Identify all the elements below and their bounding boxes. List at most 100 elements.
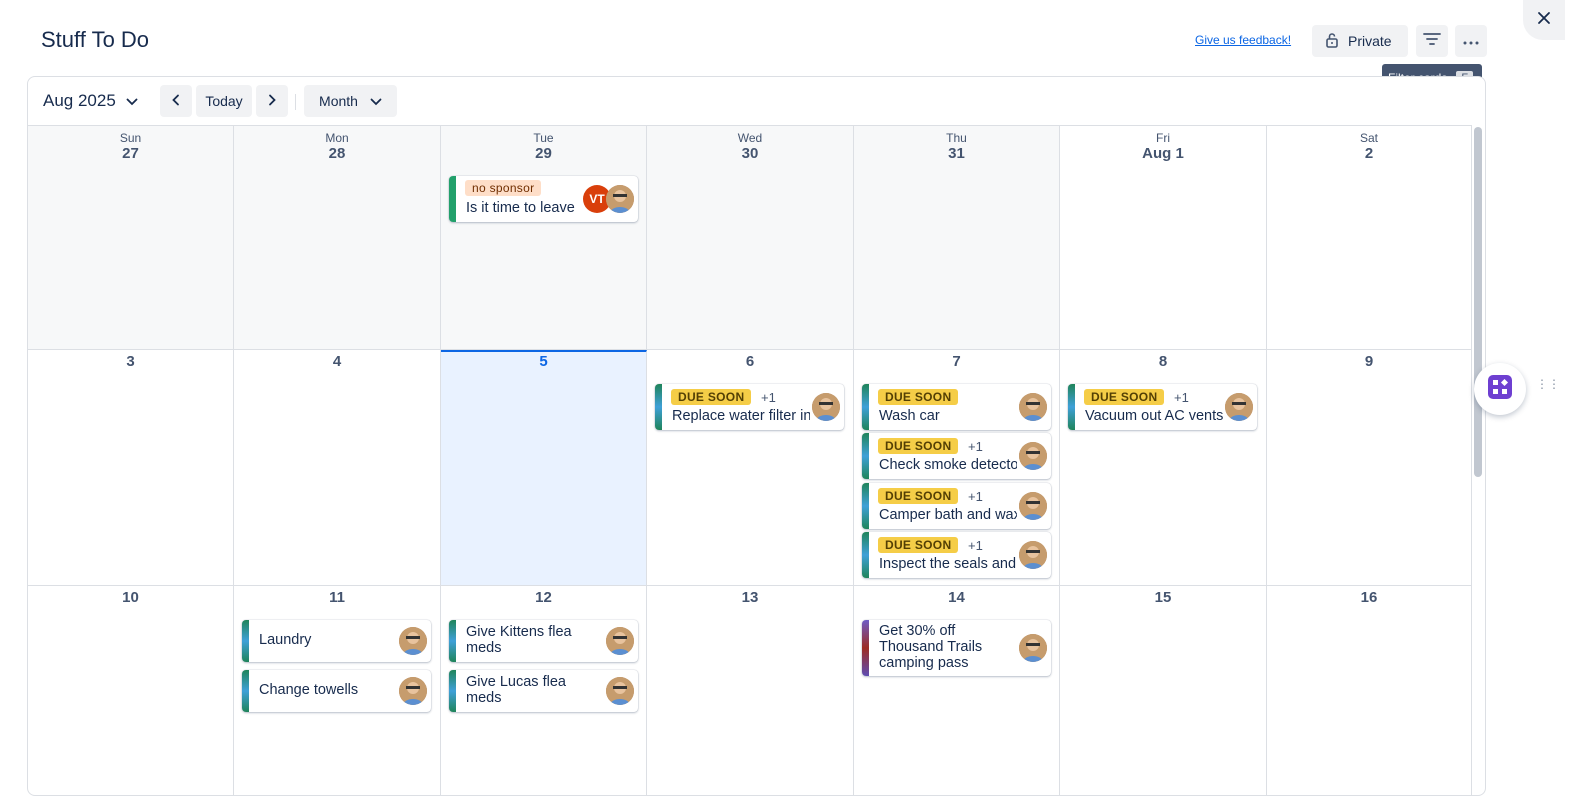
day-number: 31: [948, 145, 965, 162]
day-cell[interactable]: 14: [854, 586, 1060, 795]
day-cell-today[interactable]: 5: [441, 350, 647, 586]
card-cover: [242, 620, 249, 662]
weekday-label: Mon: [325, 131, 349, 145]
card-cover: [862, 483, 869, 529]
chevron-down-icon: [370, 93, 382, 109]
day-number: 27: [122, 145, 139, 162]
card-label: DUE SOON: [671, 389, 752, 405]
more-button[interactable]: [1455, 25, 1487, 57]
card-cover: [242, 670, 249, 712]
card-title: Wash car: [879, 408, 940, 424]
calendar-card[interactable]: no sponsor Is it time to leave VT: [449, 176, 638, 222]
card-title: Check smoke detecto: [879, 457, 1017, 473]
day-number: Aug 1: [1142, 145, 1184, 162]
card-title: Give Kittens flea meds: [466, 624, 572, 656]
close-button[interactable]: [1523, 0, 1565, 40]
card-label: DUE SOON: [878, 537, 959, 553]
day-cell[interactable]: 4: [234, 350, 441, 586]
card-cover: [862, 433, 869, 479]
view-label: Month: [319, 93, 358, 109]
month-picker[interactable]: Aug 2025: [33, 85, 148, 117]
day-cell[interactable]: 10: [28, 586, 234, 795]
card-cover: [449, 670, 456, 712]
card-title: Replace water filter in: [672, 408, 810, 424]
calendar-card[interactable]: DUE SOON +1 Vacuum out AC vents: [1068, 384, 1257, 430]
day-cell[interactable]: Thu 31: [854, 126, 1060, 350]
day-cell[interactable]: Tue 29: [441, 126, 647, 350]
day-number: 4: [332, 353, 342, 370]
calendar-card[interactable]: Give Lucas flea meds: [449, 670, 638, 712]
calendar-card[interactable]: Give Kittens flea meds: [449, 620, 638, 662]
calendar-card[interactable]: DUE SOON +1 Replace water filter in: [655, 384, 844, 430]
day-number: 15: [1154, 589, 1172, 606]
toolbar-divider: [295, 94, 296, 110]
day-cell[interactable]: Fri Aug 1: [1060, 126, 1267, 350]
avatar: [606, 627, 634, 655]
avatar: [1019, 442, 1047, 470]
calendar-card[interactable]: Get 30% off Thousand Trails camping pass: [862, 620, 1051, 676]
day-number: 3: [126, 353, 135, 370]
day-cell[interactable]: 16: [1267, 586, 1472, 795]
day-cell[interactable]: Wed 30: [647, 126, 854, 350]
chevron-down-icon: [126, 91, 138, 111]
calendar-panel: Aug 2025 Today Month Sun 27 Mon 28 Tue 2…: [27, 76, 1486, 796]
weekday-label: Tue: [533, 131, 554, 145]
calendar-card[interactable]: DUE SOON +1 Camper bath and wax: [862, 483, 1051, 529]
avatar: [606, 185, 634, 213]
day-number: 8: [1158, 353, 1168, 370]
app-launcher-button[interactable]: [1474, 363, 1526, 415]
day-number: 16: [1360, 589, 1378, 606]
weekday-label: Sat: [1359, 131, 1378, 145]
card-extra-count: +1: [968, 439, 983, 454]
calendar-card[interactable]: DUE SOON +1 Inspect the seals and: [862, 532, 1051, 578]
card-extra-count: +1: [968, 538, 983, 553]
card-title: Inspect the seals and: [879, 556, 1017, 572]
day-number: 10: [122, 589, 139, 606]
calendar-scrollbar[interactable]: [1474, 127, 1482, 477]
drag-handle-icon[interactable]: ⋮⋮: [1536, 378, 1560, 390]
view-select[interactable]: Month: [304, 85, 397, 117]
card-cover: [655, 384, 662, 430]
day-cell[interactable]: 3: [28, 350, 234, 586]
day-cell[interactable]: 9: [1267, 350, 1472, 586]
avatar: [812, 393, 840, 421]
day-number: 11: [329, 589, 345, 606]
card-cover: [862, 620, 869, 676]
card-label: DUE SOON: [878, 389, 959, 405]
card-cover: [449, 620, 456, 662]
day-cell[interactable]: Sun 27: [28, 126, 234, 350]
day-number: 29: [535, 145, 552, 162]
calendar-card[interactable]: DUE SOON Wash car: [862, 384, 1051, 430]
card-title: Get 30% off Thousand Trails camping pass: [879, 623, 983, 671]
day-cell[interactable]: Mon 28: [234, 126, 441, 350]
avatar: [399, 677, 427, 705]
day-number: 30: [741, 145, 759, 162]
calendar-card[interactable]: Laundry: [242, 620, 431, 662]
chevron-right-icon: [268, 93, 276, 109]
day-cell[interactable]: Sat 2: [1267, 126, 1472, 350]
card-title: Camper bath and wax: [879, 507, 1017, 523]
day-number: 2: [1364, 145, 1374, 162]
app-grid-icon: [1487, 374, 1513, 405]
weekday-label: Thu: [946, 131, 967, 145]
card-extra-count: +1: [968, 489, 983, 504]
card-label: DUE SOON: [878, 438, 959, 454]
private-button[interactable]: Private: [1312, 25, 1408, 57]
day-number: 28: [328, 145, 346, 162]
next-button[interactable]: [256, 85, 288, 117]
day-cell[interactable]: 15: [1060, 586, 1267, 795]
calendar-card[interactable]: Change towells: [242, 670, 431, 712]
card-cover: [449, 176, 456, 222]
calendar-card[interactable]: DUE SOON +1 Check smoke detecto: [862, 433, 1051, 479]
card-title: Is it time to leave: [466, 200, 575, 216]
lock-icon: [1325, 32, 1339, 51]
day-number: 13: [741, 589, 759, 606]
private-label: Private: [1348, 33, 1392, 49]
prev-button[interactable]: [160, 85, 192, 117]
day-cell[interactable]: 13: [647, 586, 854, 795]
filter-button[interactable]: [1416, 25, 1448, 57]
avatar: [1019, 492, 1047, 520]
feedback-link[interactable]: Give us feedback!: [1195, 33, 1291, 47]
board-title: Stuff To Do: [41, 27, 150, 52]
today-button[interactable]: Today: [196, 85, 252, 117]
